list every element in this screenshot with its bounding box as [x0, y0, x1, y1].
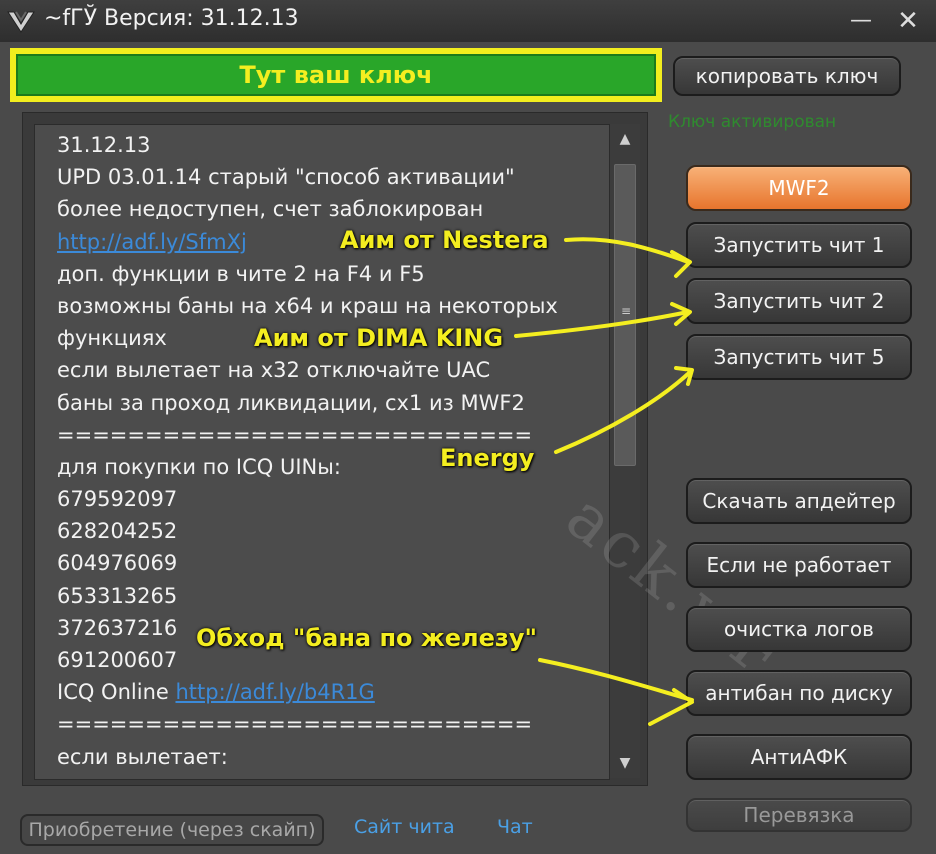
annotation-nestera: Аим от Nestera	[340, 226, 549, 254]
chat-link[interactable]: Чат	[497, 816, 533, 838]
annotation-dima-king: Аим от DIMA KING	[254, 324, 504, 352]
status-text: Ключ активирован	[668, 112, 837, 132]
icq-online-link[interactable]: http://adf.ly/b4R1G	[175, 680, 374, 704]
scroll-down-arrow-icon[interactable]: ▼	[610, 748, 640, 778]
info-line: 628204252	[57, 519, 178, 544]
scroll-up-arrow-icon[interactable]: ▲	[610, 124, 640, 154]
info-line: ===========================	[57, 712, 533, 737]
purchase-button[interactable]: Приобретение (через скайп)	[20, 814, 324, 846]
info-line: если вылетает:	[57, 744, 228, 769]
annotation-hwid-bypass: Обход "бана по железу"	[196, 624, 537, 652]
info-line: 604976069	[57, 551, 178, 576]
vertical-scrollbar[interactable]: ▲ ≡ ▼	[610, 124, 640, 778]
info-line: ICQ Online http://adf.ly/b4R1G	[57, 680, 375, 705]
info-line: если вылетает на x32 отключайте UAC	[57, 358, 491, 383]
launch-cheat-1-button[interactable]: Запустить чит 1	[686, 222, 912, 268]
copy-key-button[interactable]: копировать ключ	[673, 56, 901, 96]
clear-logs-button[interactable]: очистка логов	[686, 606, 912, 652]
key-field-frame: Тут ваш ключ	[10, 48, 662, 102]
launch-cheat-5-button[interactable]: Запустить чит 5	[686, 334, 912, 380]
antiban-disk-button[interactable]: антибан по диску	[686, 670, 912, 716]
download-updater-button[interactable]: Скачать апдейтер	[686, 478, 912, 524]
info-line: 653313265	[57, 583, 178, 608]
cheat-site-link[interactable]: Сайт чита	[354, 816, 455, 838]
not-working-button[interactable]: Если не работает	[686, 542, 912, 588]
app-logo-icon	[7, 11, 35, 33]
scroll-thumb[interactable]: ≡	[614, 164, 636, 466]
window-title: ~fГЎ Версия: 31.12.13	[44, 6, 299, 31]
minimize-button[interactable]: —	[846, 6, 876, 36]
info-line: баны за проход ликвидации, сх1 из MWF2	[57, 390, 525, 415]
info-line: 679592097	[57, 487, 178, 512]
launch-cheat-2-button[interactable]: Запустить чит 2	[686, 278, 912, 324]
antiafk-button[interactable]: АнтиАФК	[686, 734, 912, 780]
key-field[interactable]: Тут ваш ключ	[16, 54, 656, 96]
mwf2-button[interactable]: MWF2	[686, 165, 912, 211]
close-button[interactable]: ✕	[893, 6, 923, 36]
title-bar: ~fГЎ Версия: 31.12.13 — ✕	[0, 0, 936, 42]
info-line: UPD 03.01.14 старый "способ активации"	[57, 165, 515, 190]
info-line: более недоступен, счет заблокирован	[57, 197, 484, 222]
annotation-energy: Energy	[440, 444, 535, 472]
info-line: доп. функции в чите 2 на F4 и F5	[57, 261, 425, 286]
info-line: 31.12.13	[57, 133, 151, 157]
rebind-button[interactable]: Перевязка	[686, 798, 912, 832]
info-line: возможны баны на x64 и краш на некоторых	[57, 293, 558, 318]
scroll-grip-icon: ≡	[621, 304, 632, 318]
